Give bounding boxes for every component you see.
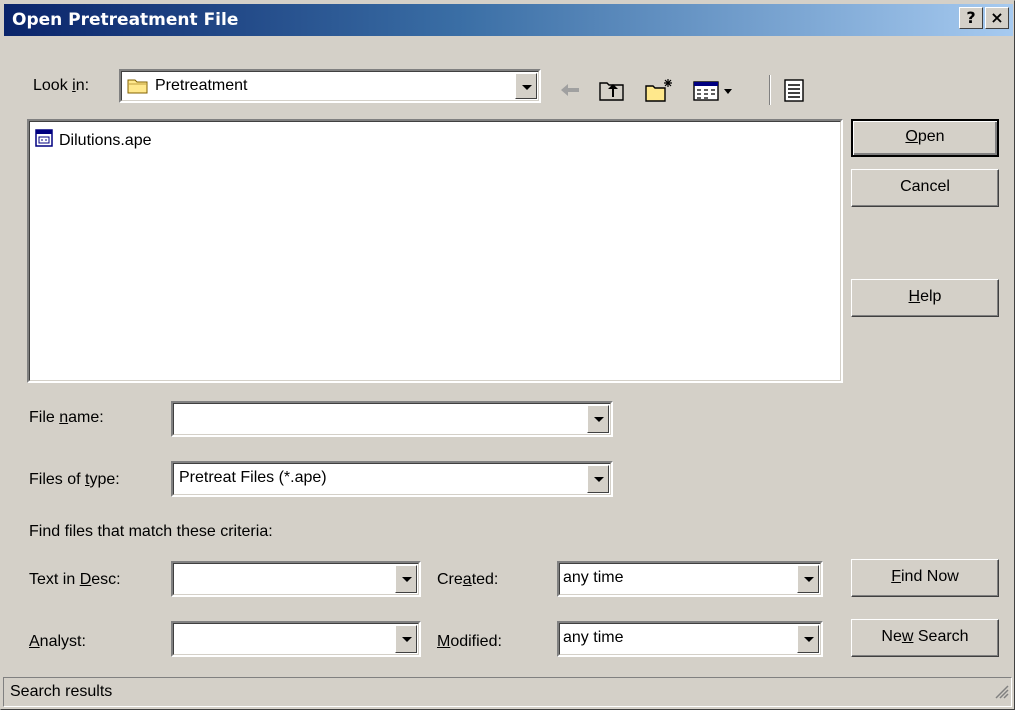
modified-dropdown-button[interactable] (797, 625, 819, 653)
files-of-type-dropdown-button[interactable] (587, 465, 609, 493)
window-title: Open Pretreatment File (12, 10, 239, 30)
file-name-label: File name: (29, 409, 104, 426)
cancel-button[interactable]: Cancel (851, 169, 999, 207)
files-of-type-value: Pretreat Files (*.ape) (179, 469, 327, 486)
text-in-desc-label: Text in Desc: (29, 571, 121, 588)
modified-label: Modified: (437, 633, 502, 650)
ape-file-icon (35, 129, 53, 152)
modified-combo[interactable]: any time (557, 621, 823, 657)
find-now-button[interactable]: Find Now (851, 559, 999, 597)
up-folder-icon[interactable] (597, 77, 627, 103)
look-in-dropdown-button[interactable] (515, 73, 537, 99)
look-in-value: Pretreatment (155, 77, 248, 94)
help-title-button[interactable]: ? (959, 7, 983, 29)
list-item[interactable]: Dilutions.ape (35, 129, 152, 152)
status-text: Search results (10, 683, 113, 700)
created-dropdown-button[interactable] (797, 565, 819, 593)
close-button[interactable]: × (985, 7, 1009, 29)
look-in-label: Look in: (33, 77, 90, 94)
details-icon[interactable] (781, 77, 807, 103)
text-in-desc-dropdown-button[interactable] (395, 565, 417, 593)
look-in-combo[interactable]: Pretreatment (119, 69, 541, 103)
status-bar: Search results (3, 677, 1012, 707)
analyst-dropdown-button[interactable] (395, 625, 417, 653)
file-name-dropdown-button[interactable] (587, 405, 609, 433)
open-pretreatment-dialog: Open Pretreatment File ? × Look in: Pret… (0, 0, 1015, 710)
back-icon[interactable] (557, 77, 583, 103)
help-button[interactable]: Help (851, 279, 999, 317)
files-of-type-label: Files of type: (29, 471, 120, 488)
created-value: any time (563, 569, 624, 586)
file-name-combo[interactable] (171, 401, 613, 437)
file-list[interactable]: Dilutions.ape (27, 119, 843, 383)
open-button[interactable]: Open (851, 119, 999, 157)
modified-value: any time (563, 629, 624, 646)
resize-grip-icon[interactable] (993, 683, 1009, 704)
folder-icon (127, 77, 149, 100)
new-search-button[interactable]: New Search (851, 619, 999, 657)
file-name-text: Dilutions.ape (59, 131, 152, 149)
text-in-desc-combo[interactable] (171, 561, 421, 597)
new-folder-icon[interactable] (643, 77, 675, 103)
files-of-type-combo[interactable]: Pretreat Files (*.ape) (171, 461, 613, 497)
criteria-heading: Find files that match these criteria: (29, 523, 273, 540)
toolbar-separator (769, 75, 771, 105)
created-label: Created: (437, 571, 499, 588)
analyst-combo[interactable] (171, 621, 421, 657)
created-combo[interactable]: any time (557, 561, 823, 597)
analyst-label: Analyst: (29, 633, 86, 650)
view-menu-icon[interactable] (691, 77, 739, 103)
title-bar[interactable]: Open Pretreatment File ? × (4, 4, 1013, 36)
